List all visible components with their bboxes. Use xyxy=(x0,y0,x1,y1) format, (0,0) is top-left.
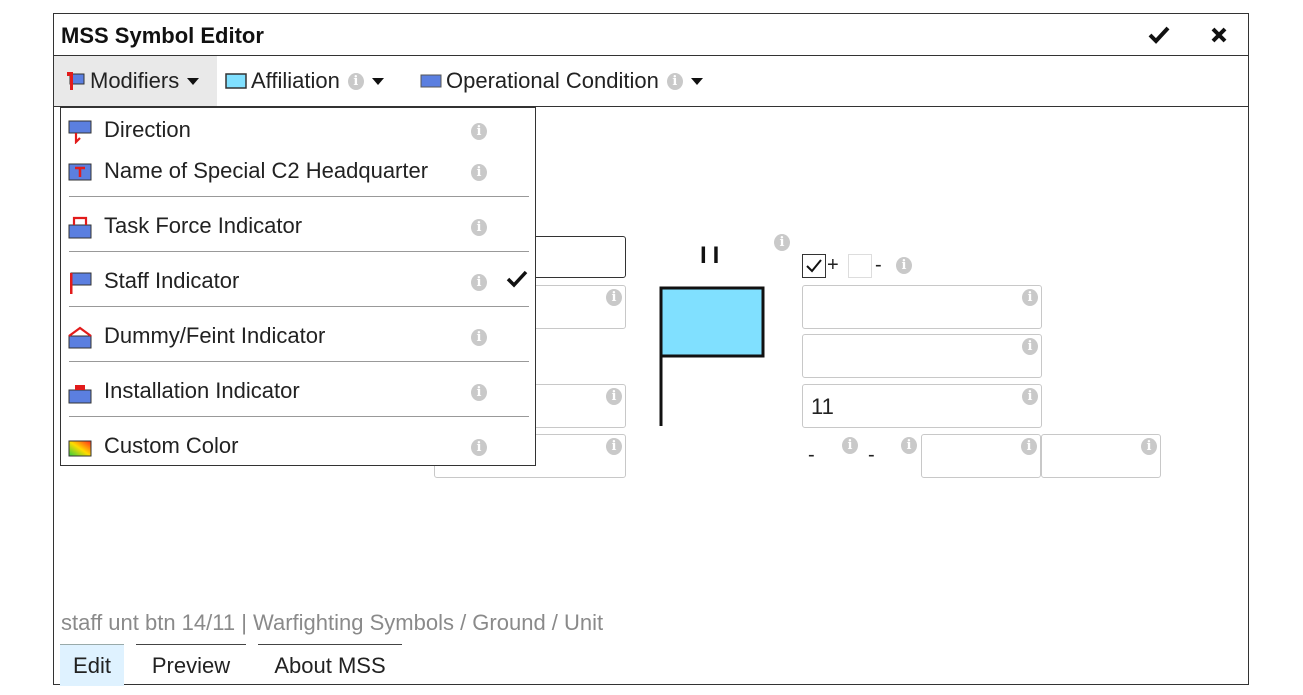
echelon-label: II xyxy=(700,242,726,269)
right-field-3[interactable]: 11 i xyxy=(802,384,1042,428)
staff-indicator-icon xyxy=(70,272,92,294)
menu-divider xyxy=(69,416,529,417)
info-icon[interactable]: i xyxy=(471,384,487,401)
menu-item-special-c2-headquarter[interactable]: Name of Special C2 Headquarter i xyxy=(61,151,537,191)
info-icon[interactable]: i xyxy=(1022,388,1038,405)
menu-item-dummy-feint-indicator[interactable]: Dummy/Feint Indicator i xyxy=(61,316,537,356)
tab-preview[interactable]: Preview xyxy=(136,644,246,686)
dummy-feint-icon xyxy=(68,326,92,349)
symbol-frame xyxy=(659,286,765,358)
window-title: MSS Symbol Editor xyxy=(61,23,264,48)
menu-item-label: Custom Color xyxy=(104,433,239,458)
info-icon[interactable]: i xyxy=(606,289,622,306)
affiliation-label: Affiliation xyxy=(251,68,340,93)
symbol-preview xyxy=(659,286,765,426)
checkmark-icon xyxy=(506,270,528,288)
info-icon[interactable]: i xyxy=(606,388,622,405)
menu-item-label: Staff Indicator xyxy=(104,268,240,293)
info-icon[interactable]: i xyxy=(471,439,487,456)
menu-item-custom-color[interactable]: Custom Color i xyxy=(61,426,537,466)
task-force-icon xyxy=(68,216,92,239)
custom-color-icon xyxy=(68,440,92,457)
info-icon[interactable]: i xyxy=(1141,438,1157,455)
operational-condition-info-icon[interactable]: i xyxy=(666,72,683,90)
menu-item-installation-indicator[interactable]: Installation Indicator i xyxy=(61,371,537,411)
menu-bar: Modifiers Affiliation i Operational Cond… xyxy=(54,56,1248,107)
menu-item-label: Task Force Indicator xyxy=(104,213,303,238)
menu-item-label: Name of Special C2 Headquarter xyxy=(104,158,429,183)
menu-divider xyxy=(69,196,529,197)
symbol-editor-window: MSS Symbol Editor Modifiers Affiliation … xyxy=(53,13,1249,686)
right-field-3-value: 11 xyxy=(811,394,834,419)
confirm-button[interactable] xyxy=(1142,18,1176,52)
close-button[interactable] xyxy=(1202,18,1236,52)
operational-condition-icon xyxy=(420,74,442,88)
dash-label-1: - xyxy=(808,444,815,466)
menu-divider xyxy=(69,361,529,362)
echelon-info-icon[interactable]: i xyxy=(774,234,790,251)
reinforced-checkbox[interactable] xyxy=(802,254,826,278)
menu-divider xyxy=(69,306,529,307)
menu-item-staff-indicator[interactable]: Staff Indicator i xyxy=(61,261,537,301)
dash-label-2: - xyxy=(868,444,875,466)
reinforced-reduced-info-icon[interactable]: i xyxy=(896,257,912,274)
reduced-label: - xyxy=(875,254,882,276)
info-icon[interactable]: i xyxy=(1021,438,1037,455)
chevron-down-icon xyxy=(690,77,703,85)
installation-icon xyxy=(68,385,92,404)
menu-item-label: Direction xyxy=(104,117,191,142)
operational-condition-label: Operational Condition xyxy=(446,68,659,93)
info-icon[interactable]: i xyxy=(471,274,487,291)
affiliation-info-icon[interactable]: i xyxy=(347,72,364,90)
chevron-down-icon xyxy=(187,77,200,85)
info-icon[interactable]: i xyxy=(471,164,487,181)
info-icon[interactable]: i xyxy=(1022,338,1038,355)
menu-item-task-force-indicator[interactable]: Task Force Indicator i xyxy=(61,206,537,246)
right-small-field-2[interactable]: i xyxy=(1041,434,1161,478)
info-icon[interactable]: i xyxy=(1022,289,1038,306)
operational-condition-menu-button[interactable]: Operational Condition i xyxy=(420,56,703,106)
right-field-2[interactable]: i xyxy=(802,334,1042,378)
right-field-1[interactable]: i xyxy=(802,285,1042,329)
special-hq-icon xyxy=(68,163,92,181)
menu-item-label: Installation Indicator xyxy=(104,378,300,403)
check-icon xyxy=(806,259,822,273)
affiliation-icon xyxy=(225,73,247,89)
info-icon[interactable]: i xyxy=(901,437,917,454)
info-icon[interactable]: i xyxy=(471,219,487,236)
direction-icon xyxy=(68,120,92,144)
title-bar: MSS Symbol Editor xyxy=(54,14,1248,56)
info-icon[interactable]: i xyxy=(471,123,487,140)
menu-divider xyxy=(69,251,529,252)
menu-item-label: Dummy/Feint Indicator xyxy=(104,323,326,348)
menu-item-direction[interactable]: Direction i xyxy=(61,110,537,150)
reduced-checkbox[interactable] xyxy=(848,254,872,278)
check-icon xyxy=(1148,26,1170,44)
info-icon[interactable]: i xyxy=(606,438,622,455)
close-x-icon xyxy=(1211,27,1227,43)
modifiers-icon xyxy=(67,72,85,90)
modifiers-menu-button[interactable]: Modifiers xyxy=(54,56,217,106)
chevron-down-icon xyxy=(371,77,384,85)
modifiers-label: Modifiers xyxy=(90,68,180,93)
affiliation-menu-button[interactable]: Affiliation i xyxy=(225,56,384,106)
right-small-field-1[interactable]: i xyxy=(921,434,1041,478)
modifiers-dropdown: Direction i Name of Special C2 Headquart… xyxy=(60,107,536,466)
tab-edit[interactable]: Edit xyxy=(60,644,124,686)
tab-about-mss[interactable]: About MSS xyxy=(258,644,402,686)
info-icon[interactable]: i xyxy=(842,437,858,454)
info-icon[interactable]: i xyxy=(471,329,487,346)
reinforced-label: + xyxy=(827,254,839,276)
symbol-status-text: staff unt btn 14/11 | Warfighting Symbol… xyxy=(61,610,604,635)
